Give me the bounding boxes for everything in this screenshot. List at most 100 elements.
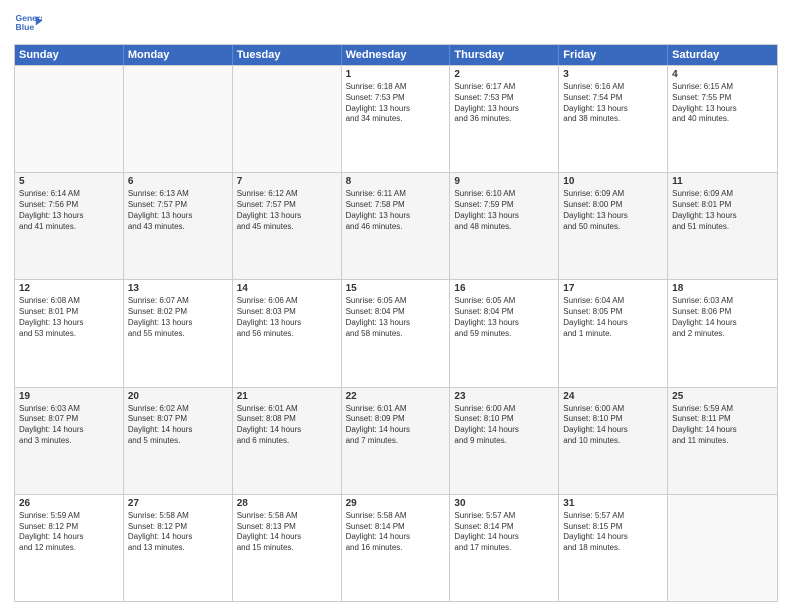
- day-number: 2: [454, 69, 554, 80]
- day-info: Sunrise: 6:05 AM Sunset: 8:04 PM Dayligh…: [346, 296, 446, 339]
- day-number: 21: [237, 391, 337, 402]
- day-info: Sunrise: 6:10 AM Sunset: 7:59 PM Dayligh…: [454, 189, 554, 232]
- day-info: Sunrise: 6:01 AM Sunset: 8:09 PM Dayligh…: [346, 404, 446, 447]
- day-info: Sunrise: 6:14 AM Sunset: 7:56 PM Dayligh…: [19, 189, 119, 232]
- day-info: Sunrise: 5:58 AM Sunset: 8:12 PM Dayligh…: [128, 511, 228, 554]
- day-cell-17: 17Sunrise: 6:04 AM Sunset: 8:05 PM Dayli…: [559, 280, 668, 386]
- empty-cell: [15, 66, 124, 172]
- svg-text:Blue: Blue: [16, 22, 35, 32]
- day-cell-2: 2 Sunrise: 6:17 AM Sunset: 7:53 PM Daylig…: [450, 66, 559, 172]
- day-number: 18: [672, 283, 773, 294]
- header-cell-sunday: Sunday: [15, 45, 124, 65]
- day-info: Sunrise: 6:06 AM Sunset: 8:03 PM Dayligh…: [237, 296, 337, 339]
- day-info: Sunrise: 6:03 AM Sunset: 8:06 PM Dayligh…: [672, 296, 773, 339]
- day-info: Sunrise: 6:13 AM Sunset: 7:57 PM Dayligh…: [128, 189, 228, 232]
- day-info: Sunrise: 6:18 AM Sunset: 7:53 PM Dayligh…: [346, 82, 446, 125]
- day-number: 24: [563, 391, 663, 402]
- day-info: Sunrise: 6:09 AM Sunset: 8:01 PM Dayligh…: [672, 189, 773, 232]
- day-number: 22: [346, 391, 446, 402]
- day-cell-11: 11 Sunrise: 6:09 AM Sunset: 8:01 PM Dayli…: [668, 173, 777, 279]
- day-number: 9: [454, 176, 554, 187]
- day-number: 12: [19, 283, 119, 294]
- day-cell-14: 14 Sunrise: 6:06 AM Sunset: 8:03 PM Dayli…: [233, 280, 342, 386]
- day-cell-10: 10 Sunrise: 6:09 AM Sunset: 8:00 PM Dayli…: [559, 173, 668, 279]
- day-number: 13: [128, 283, 228, 294]
- day-info: Sunrise: 5:57 AM Sunset: 8:15 PM Dayligh…: [563, 511, 663, 554]
- day-cell-27: 27 Sunrise: 5:58 AM Sunset: 8:12 PM Dayli…: [124, 495, 233, 601]
- day-info: Sunrise: 6:16 AM Sunset: 7:54 PM Dayligh…: [563, 82, 663, 125]
- day-number: 15: [346, 283, 446, 294]
- day-number: 30: [454, 498, 554, 509]
- logo: General Blue: [14, 10, 46, 38]
- day-info: Sunrise: 6:03 AM Sunset: 8:07 PM Dayligh…: [19, 404, 119, 447]
- day-number: 5: [19, 176, 119, 187]
- day-cell-7: 7 Sunrise: 6:12 AM Sunset: 7:57 PM Daylig…: [233, 173, 342, 279]
- day-cell-13: 13Sunrise: 6:07 AM Sunset: 8:02 PM Dayli…: [124, 280, 233, 386]
- day-info: Sunrise: 6:12 AM Sunset: 7:57 PM Dayligh…: [237, 189, 337, 232]
- day-info: Sunrise: 6:00 AM Sunset: 8:10 PM Dayligh…: [454, 404, 554, 447]
- day-number: 8: [346, 176, 446, 187]
- day-cell-31: 31 Sunrise: 5:57 AM Sunset: 8:15 PM Dayli…: [559, 495, 668, 601]
- day-number: 7: [237, 176, 337, 187]
- day-number: 14: [237, 283, 337, 294]
- day-cell-22: 22 Sunrise: 6:01 AM Sunset: 8:09 PM Dayli…: [342, 388, 451, 494]
- day-number: 27: [128, 498, 228, 509]
- day-cell-12: 12 Sunrise: 6:08 AM Sunset: 8:01 PM Dayli…: [15, 280, 124, 386]
- day-info: Sunrise: 5:58 AM Sunset: 8:14 PM Dayligh…: [346, 511, 446, 554]
- day-cell-24: 24 Sunrise: 6:00 AM Sunset: 8:10 PM Dayli…: [559, 388, 668, 494]
- day-info: Sunrise: 6:04 AM Sunset: 8:05 PM Dayligh…: [563, 296, 663, 339]
- day-cell-25: 25Sunrise: 5:59 AM Sunset: 8:11 PM Dayli…: [668, 388, 777, 494]
- day-info: Sunrise: 6:08 AM Sunset: 8:01 PM Dayligh…: [19, 296, 119, 339]
- day-cell-20: 20 Sunrise: 6:02 AM Sunset: 8:07 PM Dayli…: [124, 388, 233, 494]
- day-info: Sunrise: 6:09 AM Sunset: 8:00 PM Dayligh…: [563, 189, 663, 232]
- day-number: 28: [237, 498, 337, 509]
- header-cell-thursday: Thursday: [450, 45, 559, 65]
- day-cell-5: 5 Sunrise: 6:14 AM Sunset: 7:56 PM Daylig…: [15, 173, 124, 279]
- day-info: Sunrise: 6:05 AM Sunset: 8:04 PM Dayligh…: [454, 296, 554, 339]
- page-header: General Blue: [14, 10, 778, 38]
- calendar-row: 12 Sunrise: 6:08 AM Sunset: 8:01 PM Dayli…: [15, 279, 777, 386]
- day-cell-8: 8 Sunrise: 6:11 AM Sunset: 7:58 PM Daylig…: [342, 173, 451, 279]
- calendar-header: SundayMondayTuesdayWednesdayThursdayFrid…: [15, 45, 777, 65]
- day-number: 6: [128, 176, 228, 187]
- day-number: 10: [563, 176, 663, 187]
- day-cell-1: 1Sunrise: 6:18 AM Sunset: 7:53 PM Daylig…: [342, 66, 451, 172]
- header-cell-saturday: Saturday: [668, 45, 777, 65]
- day-info: Sunrise: 6:02 AM Sunset: 8:07 PM Dayligh…: [128, 404, 228, 447]
- day-cell-16: 16Sunrise: 6:05 AM Sunset: 8:04 PM Dayli…: [450, 280, 559, 386]
- day-number: 19: [19, 391, 119, 402]
- day-info: Sunrise: 5:59 AM Sunset: 8:11 PM Dayligh…: [672, 404, 773, 447]
- day-number: 29: [346, 498, 446, 509]
- day-info: Sunrise: 6:11 AM Sunset: 7:58 PM Dayligh…: [346, 189, 446, 232]
- header-cell-friday: Friday: [559, 45, 668, 65]
- day-info: Sunrise: 6:00 AM Sunset: 8:10 PM Dayligh…: [563, 404, 663, 447]
- day-cell-23: 23 Sunrise: 6:00 AM Sunset: 8:10 PM Dayli…: [450, 388, 559, 494]
- day-cell-26: 26 Sunrise: 5:59 AM Sunset: 8:12 PM Dayli…: [15, 495, 124, 601]
- day-cell-3: 3 Sunrise: 6:16 AM Sunset: 7:54 PM Daylig…: [559, 66, 668, 172]
- calendar-container: General Blue SundayMondayTuesdayWednesda…: [0, 0, 792, 612]
- header-cell-monday: Monday: [124, 45, 233, 65]
- day-number: 11: [672, 176, 773, 187]
- day-info: Sunrise: 5:59 AM Sunset: 8:12 PM Dayligh…: [19, 511, 119, 554]
- day-cell-19: 19 Sunrise: 6:03 AM Sunset: 8:07 PM Dayli…: [15, 388, 124, 494]
- day-number: 3: [563, 69, 663, 80]
- day-cell-29: 29 Sunrise: 5:58 AM Sunset: 8:14 PM Dayli…: [342, 495, 451, 601]
- day-info: Sunrise: 6:01 AM Sunset: 8:08 PM Dayligh…: [237, 404, 337, 447]
- day-number: 23: [454, 391, 554, 402]
- calendar-row: 26 Sunrise: 5:59 AM Sunset: 8:12 PM Dayli…: [15, 494, 777, 601]
- day-cell-21: 21 Sunrise: 6:01 AM Sunset: 8:08 PM Dayli…: [233, 388, 342, 494]
- calendar-row: 19 Sunrise: 6:03 AM Sunset: 8:07 PM Dayli…: [15, 387, 777, 494]
- day-cell-9: 9 Sunrise: 6:10 AM Sunset: 7:59 PM Daylig…: [450, 173, 559, 279]
- day-number: 20: [128, 391, 228, 402]
- day-number: 26: [19, 498, 119, 509]
- calendar-row: 5 Sunrise: 6:14 AM Sunset: 7:56 PM Daylig…: [15, 172, 777, 279]
- day-cell-28: 28Sunrise: 5:58 AM Sunset: 8:13 PM Dayli…: [233, 495, 342, 601]
- day-number: 31: [563, 498, 663, 509]
- day-info: Sunrise: 5:57 AM Sunset: 8:14 PM Dayligh…: [454, 511, 554, 554]
- day-info: Sunrise: 6:17 AM Sunset: 7:53 PM Dayligh…: [454, 82, 554, 125]
- calendar: SundayMondayTuesdayWednesdayThursdayFrid…: [14, 44, 778, 602]
- header-cell-tuesday: Tuesday: [233, 45, 342, 65]
- day-info: Sunrise: 6:15 AM Sunset: 7:55 PM Dayligh…: [672, 82, 773, 125]
- header-cell-wednesday: Wednesday: [342, 45, 451, 65]
- day-cell-4: 4Sunrise: 6:15 AM Sunset: 7:55 PM Daylig…: [668, 66, 777, 172]
